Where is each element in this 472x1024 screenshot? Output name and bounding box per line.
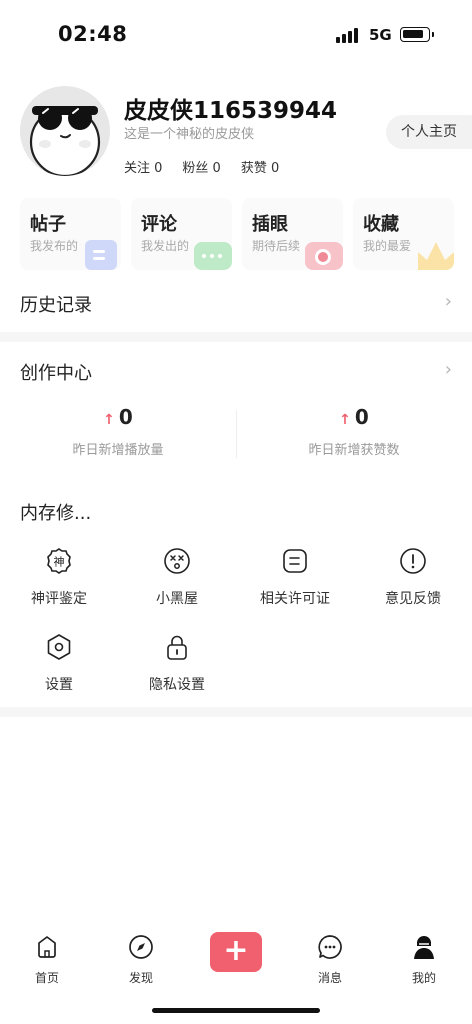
tab-home[interactable]: 首页	[12, 934, 82, 986]
metric-likes: ↑ 0 昨日新增获赞数	[236, 405, 472, 458]
tool-feedback[interactable]: 意见反馈	[354, 547, 472, 608]
tab-label: 发现	[128, 971, 153, 985]
home-indicator	[152, 1008, 320, 1013]
tool-settings[interactable]: 设置	[0, 633, 118, 694]
avatar[interactable]	[20, 86, 110, 176]
section-divider	[0, 707, 472, 717]
compass-icon	[129, 935, 153, 959]
svg-text:神: 神	[54, 555, 65, 569]
tools-title: 内存修...	[20, 503, 92, 524]
metric-label: 昨日新增获赞数	[308, 443, 400, 458]
license-icon	[283, 549, 307, 573]
metric-value: 0	[118, 405, 133, 429]
tab-label: 我的	[411, 971, 436, 985]
shen-badge-icon: 神	[47, 548, 71, 574]
message-icon	[318, 935, 342, 959]
crown-icon	[418, 242, 454, 270]
tool-label: 隐私设置	[149, 677, 205, 693]
followers-count[interactable]: 粉丝 0	[182, 157, 220, 176]
tool-label: 设置	[45, 677, 73, 693]
profile-ninja-icon	[414, 936, 434, 959]
card-subtitle: 我发出的	[141, 239, 190, 253]
card-comments[interactable]: 评论 我发出的	[131, 198, 232, 270]
status-bar: 02:48 5G	[0, 0, 472, 70]
tool-privacy[interactable]: 隐私设置	[118, 633, 236, 694]
likes-count[interactable]: 获赞 0	[241, 157, 279, 176]
content-cards: 帖子 我发布的 评论 我发出的 插眼 期待后续 收藏 我的最爱	[20, 198, 460, 270]
metric-value: 0	[354, 405, 369, 429]
settings-hexagon-icon	[47, 634, 71, 660]
card-subtitle: 我的最爱	[363, 239, 412, 253]
bio: 这是一个神秘的皮皮侠	[124, 127, 255, 142]
metric-plays: ↑ 0 昨日新增播放量	[0, 405, 236, 458]
network-type: 5G	[369, 26, 392, 44]
card-posts[interactable]: 帖子 我发布的	[20, 198, 121, 270]
card-title: 收藏	[363, 214, 399, 235]
history-title[interactable]: 历史记录	[20, 291, 92, 317]
tool-label: 小黑屋	[156, 591, 198, 607]
profile-stats: 关注 0 粉丝 0 获赞 0	[124, 157, 279, 176]
signal-icon	[336, 27, 360, 43]
username: 皮皮侠116539944	[124, 98, 338, 124]
card-favorites[interactable]: 收藏 我的最爱	[353, 198, 454, 270]
status-time: 02:48	[58, 22, 128, 46]
chevron-right-icon[interactable]: ›	[445, 291, 452, 312]
tool-blackroom[interactable]: 小黑屋	[118, 547, 236, 608]
following-count[interactable]: 关注 0	[124, 157, 162, 176]
post-icon	[85, 240, 117, 270]
tab-label: 消息	[317, 971, 342, 985]
card-title: 插眼	[252, 214, 288, 235]
card-title: 帖子	[30, 214, 66, 235]
personal-homepage-button[interactable]: 个人主页	[386, 115, 472, 149]
tool-label: 意见反馈	[385, 591, 441, 607]
chevron-right-icon[interactable]: ›	[445, 359, 452, 380]
lock-icon	[167, 635, 187, 660]
tool-label: 神评鉴定	[31, 591, 87, 607]
comment-icon	[194, 242, 232, 270]
tab-label: 首页	[34, 971, 59, 985]
card-subtitle: 我发布的	[30, 239, 79, 253]
creator-center-title[interactable]: 创作中心	[20, 359, 92, 385]
card-subtitle: 期待后续	[252, 239, 301, 253]
section-divider	[0, 332, 472, 342]
up-arrow-icon: ↑	[339, 412, 351, 428]
tool-label: 相关许可证	[260, 591, 330, 607]
tab-me[interactable]: 我的	[389, 934, 459, 986]
exclamation-icon	[400, 548, 426, 574]
card-bookmark-eye[interactable]: 插眼 期待后续	[242, 198, 343, 270]
tab-messages[interactable]: 消息	[295, 934, 365, 986]
home-icon	[38, 936, 56, 958]
metric-label: 昨日新增播放量	[72, 443, 164, 458]
tab-discover[interactable]: 发现	[106, 934, 176, 986]
battery-icon	[400, 27, 434, 42]
eye-icon	[305, 242, 343, 270]
tool-shen-ping[interactable]: 神 神评鉴定	[0, 547, 118, 608]
up-arrow-icon: ↑	[103, 412, 115, 428]
tool-license[interactable]: 相关许可证	[236, 547, 354, 608]
dizzy-face-icon	[164, 548, 190, 574]
create-post-button[interactable]: +	[210, 932, 262, 972]
card-title: 评论	[141, 214, 177, 235]
